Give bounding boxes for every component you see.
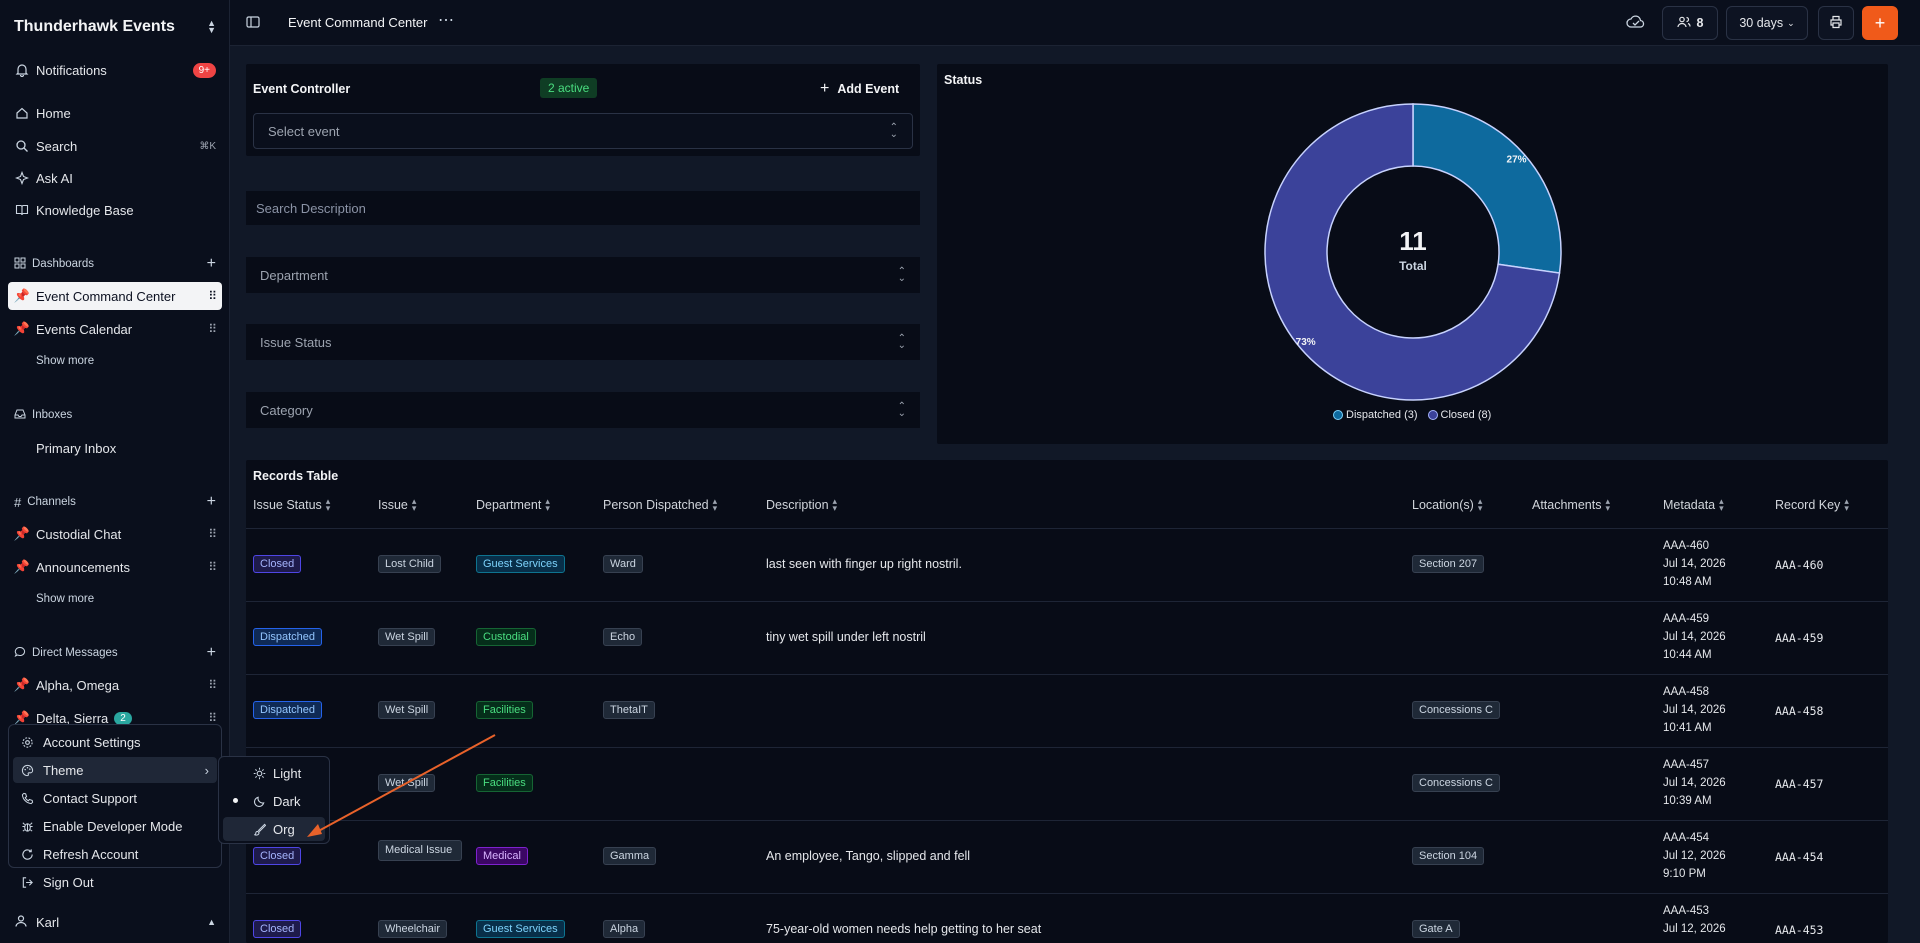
app-root: Thunderhawk Events ▲ ▼ Notifications 9+ H… bbox=[0, 0, 1920, 943]
annotation-arrow bbox=[307, 734, 496, 837]
